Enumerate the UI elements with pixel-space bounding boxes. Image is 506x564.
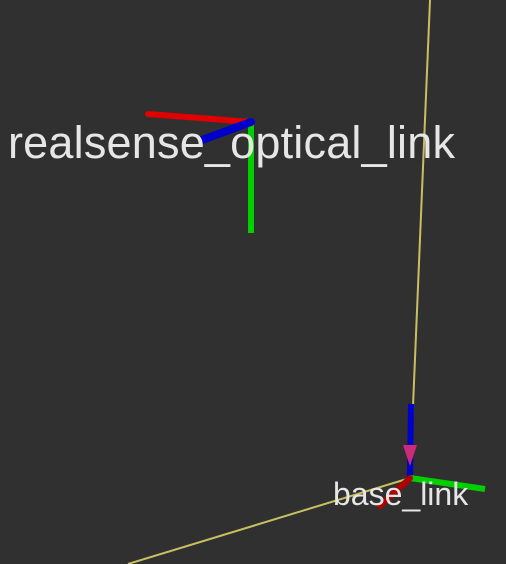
realsense-optical-link-axes (145, 111, 255, 233)
realsense-x-axis (145, 111, 254, 125)
base-z-axis (407, 403, 414, 479)
scene-canvas[interactable] (0, 0, 506, 564)
base-link-axes (377, 403, 486, 509)
base-y-axis (409, 475, 486, 492)
realsense-z-axis (198, 118, 255, 144)
tf-3d-viewport[interactable]: realsense_optical_link base_link (0, 0, 506, 564)
tf-link-line-lower (127, 477, 411, 564)
tf-parent-arrow (403, 445, 417, 466)
